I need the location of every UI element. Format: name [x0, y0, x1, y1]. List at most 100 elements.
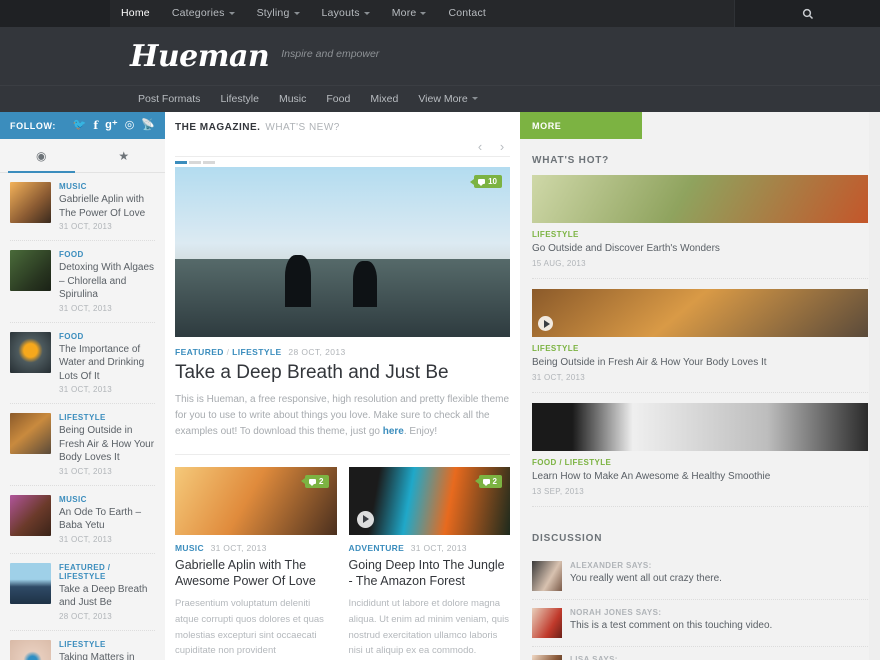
post-card-image[interactable]: 2: [175, 467, 337, 535]
content-columns: FOLLOW: 🐦 f g⁺ ◎ 📡 ◉ ★ MUSIC: [0, 112, 880, 660]
post-category[interactable]: FOOD / LIFESTYLE: [532, 458, 868, 467]
dribbble-icon[interactable]: ◎: [125, 120, 135, 131]
chevron-down-icon: [364, 12, 370, 15]
social-icon-group: 🐦 f g⁺ ◎ 📡: [73, 120, 155, 131]
post-title[interactable]: Taking Matters in Your Own Hands: Not Gi…: [59, 651, 155, 660]
comment-body: ALEXANDER SAYS: You really went all out …: [570, 561, 722, 591]
list-item[interactable]: MUSIC An Ode To Earth – Baba Yetu 31 OCT…: [10, 486, 155, 554]
more-bar[interactable]: MORE: [520, 112, 642, 139]
left-sidebar: FOLLOW: 🐦 f g⁺ ◎ 📡 ◉ ★ MUSIC: [0, 112, 165, 660]
comment-author[interactable]: LISA SAYS:: [570, 655, 644, 660]
post-category[interactable]: MUSIC: [59, 495, 155, 504]
play-icon[interactable]: [357, 511, 374, 528]
post-category[interactable]: FOOD: [59, 332, 155, 341]
post-card-meta: MUSIC 31 OCT, 2013: [175, 543, 337, 553]
rss-icon[interactable]: 📡: [141, 120, 155, 131]
post-title[interactable]: Detoxing With Algaes – Chlorella and Spi…: [59, 261, 155, 302]
play-icon[interactable]: [538, 316, 553, 331]
post-card-title[interactable]: Gabrielle Aplin with The Awesome Power O…: [175, 557, 337, 590]
list-item-body: MUSIC Gabrielle Aplin with The Power Of …: [59, 182, 155, 231]
tab-recent[interactable]: ◉: [0, 139, 83, 172]
list-item[interactable]: FOOD The Importance of Water and Drinkin…: [10, 323, 155, 405]
topnav-item-categories[interactable]: Categories: [161, 0, 246, 27]
subnav-item-view-more[interactable]: View More: [408, 86, 487, 113]
carousel-next-button[interactable]: ›: [494, 139, 510, 153]
featured-hero-image[interactable]: 10: [175, 167, 510, 337]
topnav-item-more[interactable]: More: [381, 0, 438, 27]
post-category[interactable]: FOOD: [59, 250, 155, 259]
google-plus-icon[interactable]: g⁺: [105, 120, 118, 131]
featured-category-primary[interactable]: FEATURED: [175, 347, 224, 357]
post-date: 31 OCT, 2013: [59, 467, 155, 476]
slider-dot-3[interactable]: [203, 161, 215, 164]
post-title[interactable]: Go Outside and Discover Earth's Wonders: [532, 242, 868, 256]
comment-body: LISA SAYS: Sure about that?: [570, 655, 644, 660]
subnav-item-music[interactable]: Music: [269, 86, 316, 113]
list-item[interactable]: LISA SAYS: Sure about that?: [532, 647, 868, 660]
post-title[interactable]: The Importance of Water and Drinking Lot…: [59, 343, 155, 384]
featured-post-title[interactable]: Take a Deep Breath and Just Be: [175, 362, 510, 384]
slider-dot-1[interactable]: [175, 161, 187, 164]
carousel-prev-button[interactable]: ‹: [472, 139, 488, 153]
comment-count-badge[interactable]: 2: [305, 475, 328, 488]
comment-author[interactable]: ALEXANDER SAYS:: [570, 561, 722, 570]
subnav-item-food[interactable]: Food: [316, 86, 360, 113]
subnav-item-mixed[interactable]: Mixed: [360, 86, 408, 113]
topnav-item-layouts[interactable]: Layouts: [311, 0, 381, 27]
subnav-item-post-formats[interactable]: Post Formats: [128, 86, 210, 113]
list-item[interactable]: FEATURED / LIFESTYLE Take a Deep Breath …: [10, 554, 155, 631]
post-date: 28 OCT, 2013: [59, 612, 155, 621]
post-title[interactable]: Take a Deep Breath and Just Be: [59, 583, 155, 610]
list-item[interactable]: MUSIC Gabrielle Aplin with The Power Of …: [10, 173, 155, 241]
facebook-icon[interactable]: f: [93, 120, 98, 131]
list-item[interactable]: LIFESTYLE Being Outside in Fresh Air & H…: [10, 404, 155, 486]
list-item[interactable]: ALEXANDER SAYS: You really went all out …: [532, 553, 868, 600]
star-icon: ★: [118, 149, 129, 163]
featured-category-secondary[interactable]: LIFESTYLE: [232, 347, 281, 357]
list-item[interactable]: FOOD / LIFESTYLE Learn How to Make An Aw…: [532, 403, 868, 507]
download-link[interactable]: here: [383, 426, 404, 437]
comment-count-badge[interactable]: 10: [474, 175, 502, 188]
post-title[interactable]: Being Outside in Fresh Air & How Your Bo…: [59, 424, 155, 465]
comment-bubble-icon: [478, 179, 485, 184]
site-logo[interactable]: Hueman: [130, 39, 269, 74]
post-title[interactable]: Gabrielle Aplin with The Power Of Love: [59, 193, 155, 220]
post-category[interactable]: LIFESTYLE: [532, 230, 868, 239]
post-card-title[interactable]: Going Deep Into The Jungle - The Amazon …: [349, 557, 511, 590]
twitter-icon[interactable]: 🐦: [73, 120, 87, 131]
slider-dot-2[interactable]: [189, 161, 201, 164]
list-item[interactable]: LIFESTYLE Go Outside and Discover Earth'…: [532, 175, 868, 279]
post-category[interactable]: LIFESTYLE: [532, 344, 868, 353]
topnav-item-home[interactable]: Home: [110, 0, 161, 27]
post-category[interactable]: LIFESTYLE: [59, 413, 155, 422]
comment-count-badge[interactable]: 2: [479, 475, 502, 488]
list-item-body: FOOD Detoxing With Algaes – Chlorella an…: [59, 250, 155, 313]
post-card-image[interactable]: 2: [349, 467, 511, 535]
search-button[interactable]: [734, 0, 880, 27]
topnav-item-styling[interactable]: Styling: [246, 0, 311, 27]
post-card-category[interactable]: ADVENTURE: [349, 543, 405, 553]
post-title[interactable]: An Ode To Earth – Baba Yetu: [59, 506, 155, 533]
hero-silhouette-left: [285, 255, 311, 307]
post-card-category[interactable]: MUSIC: [175, 543, 204, 553]
list-item[interactable]: LIFESTYLE Taking Matters in Your Own Han…: [10, 631, 155, 660]
list-item[interactable]: FOOD Detoxing With Algaes – Chlorella an…: [10, 241, 155, 323]
chevron-down-icon: [229, 12, 235, 15]
comment-author[interactable]: NORAH JONES SAYS:: [570, 608, 772, 617]
main-heading-light: WHAT'S NEW?: [265, 122, 339, 133]
tab-popular[interactable]: ★: [83, 139, 166, 172]
post-category[interactable]: MUSIC: [59, 182, 155, 191]
subnav-item-lifestyle[interactable]: Lifestyle: [210, 86, 269, 113]
list-item-body: MUSIC An Ode To Earth – Baba Yetu 31 OCT…: [59, 495, 155, 544]
list-item[interactable]: LIFESTYLE Being Outside in Fresh Air & H…: [532, 289, 868, 393]
topnav-item-contact[interactable]: Contact: [437, 0, 497, 27]
list-item-body: LIFESTYLE Being Outside in Fresh Air & H…: [59, 413, 155, 476]
post-thumbnail: [10, 563, 51, 604]
secondary-navigation: Post Formats Lifestyle Music Food Mixed …: [0, 85, 880, 112]
list-item-body: FOOD The Importance of Water and Drinkin…: [59, 332, 155, 395]
post-category[interactable]: FEATURED / LIFESTYLE: [59, 563, 155, 581]
post-title[interactable]: Being Outside in Fresh Air & How Your Bo…: [532, 356, 868, 370]
post-category[interactable]: LIFESTYLE: [59, 640, 155, 649]
list-item[interactable]: NORAH JONES SAYS: This is a test comment…: [532, 600, 868, 647]
post-title[interactable]: Learn How to Make An Awesome & Healthy S…: [532, 470, 868, 484]
